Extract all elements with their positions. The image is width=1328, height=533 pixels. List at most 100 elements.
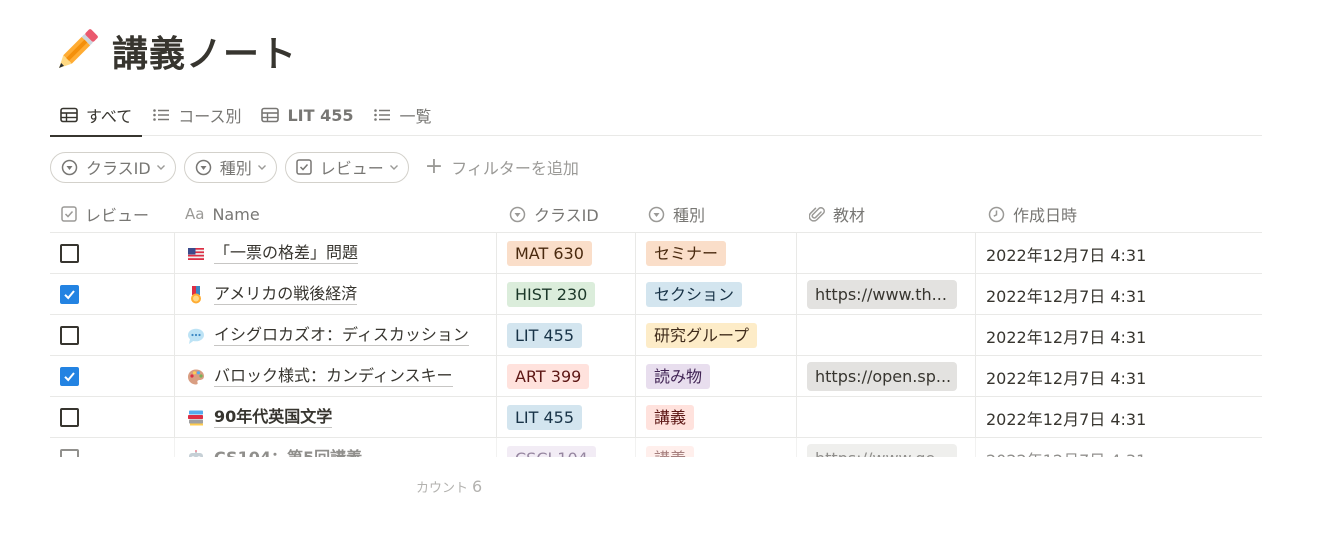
checkbox-icon xyxy=(61,206,77,222)
class-id-cell[interactable]: ART 399 xyxy=(497,356,636,397)
material-cell[interactable] xyxy=(797,315,976,356)
class-id-cell[interactable]: LIT 455 xyxy=(497,397,636,438)
table-count: カウント 6 xyxy=(416,477,482,496)
page-title: 講義ノート xyxy=(112,34,298,75)
column-header-material[interactable]: 教材 xyxy=(797,195,976,233)
checkbox-icon xyxy=(296,159,312,175)
page-link[interactable]: イシグロカズオ：ディスカッション xyxy=(214,325,469,346)
material-link[interactable]: https://open.sp... xyxy=(807,362,957,391)
list-icon xyxy=(374,109,391,121)
type-cell[interactable]: 読み物 xyxy=(636,356,797,397)
filter-label: レビュー xyxy=(319,159,384,178)
class-id-cell[interactable]: MAT 630 xyxy=(497,233,636,274)
column-header-type[interactable]: 種別 xyxy=(636,195,797,233)
table-icon xyxy=(261,107,280,123)
column-label: レビュー xyxy=(85,206,150,225)
table-row[interactable]: イシグロカズオ：ディスカッション LIT 455 研究グループ 2022年12月7日 … xyxy=(50,315,1262,356)
name-cell[interactable]: バロック様式：カンディンスキー xyxy=(175,356,497,397)
material-cell[interactable]: https://www.th... xyxy=(797,274,976,315)
column-header-created[interactable]: 作成日時 xyxy=(976,195,1262,233)
column-header-class-id[interactable]: クラスID xyxy=(497,195,636,233)
review-checkbox[interactable] xyxy=(60,285,79,304)
class-id-tag: MAT 630 xyxy=(507,241,592,266)
created-cell: 2022年12月7日 4:31 xyxy=(976,315,1262,356)
review-checkbox[interactable] xyxy=(60,367,79,386)
page-link[interactable]: 「一票の格差」問題 xyxy=(214,243,359,264)
class-id-tag: LIT 455 xyxy=(507,405,583,430)
add-filter-label: フィルターを追加 xyxy=(451,159,579,178)
chevron-down-icon xyxy=(389,165,398,170)
scroll-fade xyxy=(50,457,1262,465)
filter-type[interactable]: 種別 xyxy=(183,151,277,183)
table-row[interactable]: 90年代英国文学 LIT 455 講義 2022年12月7日 4:31 xyxy=(50,397,1262,438)
material-cell[interactable] xyxy=(797,233,976,274)
chevron-down-icon xyxy=(257,165,266,170)
tab-by-course[interactable]: コース別 xyxy=(142,94,251,136)
type-cell[interactable]: セミナー xyxy=(636,233,797,274)
column-header-name[interactable]: Aa Name xyxy=(175,195,497,233)
name-cell[interactable]: イシグロカズオ：ディスカッション xyxy=(175,315,497,356)
material-cell[interactable]: https://open.sp... xyxy=(797,356,976,397)
type-tag: セクション xyxy=(646,282,743,307)
filter-bar: クラスID 種別 レビュー + フィルターを追加 xyxy=(50,151,579,183)
class-id-cell[interactable]: HIST 230 xyxy=(497,274,636,315)
name-cell[interactable]: 90年代英国文学 xyxy=(175,397,497,438)
us-flag-icon xyxy=(188,247,204,260)
material-link[interactable]: https://www.th... xyxy=(807,280,957,309)
type-cell[interactable]: セクション xyxy=(636,274,797,315)
tab-list[interactable]: 一覧 xyxy=(363,94,441,136)
text-type-icon: Aa xyxy=(185,205,205,223)
name-cell[interactable]: 「一票の格差」問題 xyxy=(175,233,497,274)
review-checkbox[interactable] xyxy=(60,326,79,345)
column-label: クラスID xyxy=(534,206,599,225)
medal-icon xyxy=(191,285,201,303)
tab-label: コース別 xyxy=(178,107,242,126)
class-id-tag: HIST 230 xyxy=(507,282,596,307)
add-filter-button[interactable]: + フィルターを追加 xyxy=(425,155,579,179)
column-label: 教材 xyxy=(833,206,866,225)
class-id-cell[interactable]: LIT 455 xyxy=(497,315,636,356)
type-cell[interactable]: 研究グループ xyxy=(636,315,797,356)
select-icon xyxy=(61,159,78,175)
material-cell[interactable] xyxy=(797,397,976,438)
class-id-tag: ART 399 xyxy=(507,364,590,389)
page-link[interactable]: 90年代英国文学 xyxy=(214,407,333,428)
page-link[interactable]: バロック様式：カンディンスキー xyxy=(214,366,453,387)
tab-label: すべて xyxy=(86,106,133,126)
type-tag: 講義 xyxy=(646,405,695,430)
books-icon xyxy=(188,410,203,425)
page-link[interactable]: アメリカの戦後経済 xyxy=(214,284,358,305)
chevron-down-icon xyxy=(156,165,165,170)
tab-lit-455[interactable]: LIT 455 xyxy=(251,94,363,136)
filter-class-id[interactable]: クラスID xyxy=(50,151,176,183)
review-cell xyxy=(50,233,175,274)
select-icon xyxy=(648,206,665,222)
review-cell xyxy=(50,274,175,315)
table-header: レビュー Aa Name クラスID 種別 教材 作成日時 xyxy=(50,195,1262,233)
column-header-review[interactable]: レビュー xyxy=(50,195,175,233)
review-cell xyxy=(50,356,175,397)
database-table: レビュー Aa Name クラスID 種別 教材 作成日時 「一票の格差」問題 M… xyxy=(50,195,1262,465)
name-cell[interactable]: アメリカの戦後経済 xyxy=(175,274,497,315)
pencil-emoji-icon xyxy=(59,29,98,68)
table-row[interactable]: バロック様式：カンディンスキー ART 399 読み物 https://open.sp… xyxy=(50,356,1262,397)
table-row[interactable]: アメリカの戦後経済 HIST 230 セクション https://www.th... 2… xyxy=(50,274,1262,315)
plus-icon: + xyxy=(424,154,444,179)
review-cell xyxy=(50,315,175,356)
tab-all[interactable]: すべて xyxy=(50,94,143,137)
table-row[interactable]: 「一票の格差」問題 MAT 630 セミナー 2022年12月7日 4:31 xyxy=(50,233,1262,274)
created-date: 2022年12月7日 4:31 xyxy=(986,245,1147,265)
created-cell: 2022年12月7日 4:31 xyxy=(976,356,1262,397)
select-icon xyxy=(195,159,211,175)
count-label: カウント xyxy=(416,481,469,496)
type-cell[interactable]: 講義 xyxy=(636,397,797,438)
page-title-area: 講義ノート xyxy=(52,26,297,76)
tab-label: LIT 455 xyxy=(287,105,354,125)
table-icon xyxy=(60,107,78,122)
review-checkbox[interactable] xyxy=(60,244,79,263)
tab-label: 一覧 xyxy=(399,107,432,126)
filter-review[interactable]: レビュー xyxy=(284,151,409,183)
filter-label: クラスID xyxy=(86,159,151,178)
review-checkbox[interactable] xyxy=(60,408,79,427)
column-label: 作成日時 xyxy=(1013,206,1078,225)
